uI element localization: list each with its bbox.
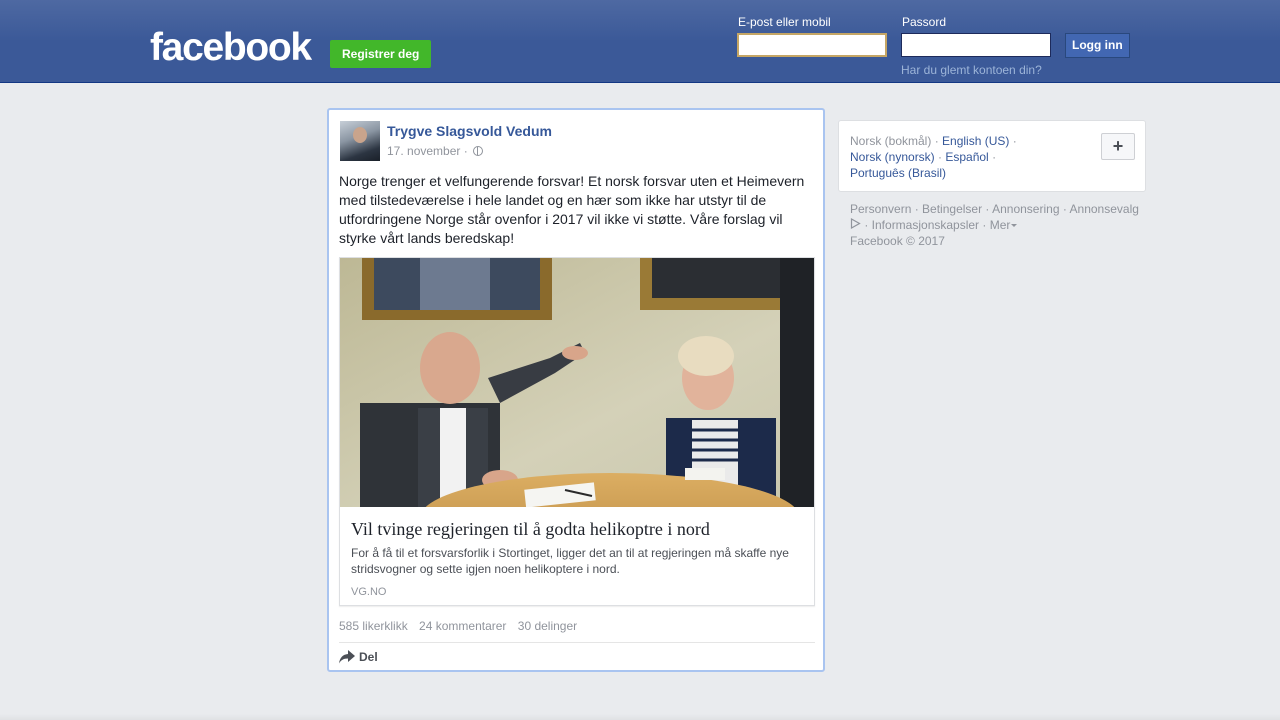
adchoices-icon <box>850 218 861 229</box>
post-date[interactable]: 17. november <box>387 144 460 158</box>
language-norsk-nynorsk[interactable]: Norsk (nynorsk) <box>850 150 935 164</box>
top-bar: facebook Registrer deg E-post eller mobi… <box>0 0 1280 83</box>
caret-down-icon <box>1011 224 1018 227</box>
share-button[interactable]: Del <box>339 650 378 664</box>
email-field[interactable] <box>737 33 887 57</box>
language-portugues-brasil[interactable]: Português (Brasil) <box>850 166 946 180</box>
forgot-account-link[interactable]: Har du glemt kontoen din? <box>901 63 1042 77</box>
footer-link-betingelser[interactable]: Betingelser <box>922 202 982 216</box>
language-list: Norsk (bokmål) · English (US) · Norsk (n… <box>850 134 1017 180</box>
plus-icon[interactable]: + <box>1101 133 1135 160</box>
post-meta: 17. november · <box>387 144 484 158</box>
share-label: Del <box>359 650 378 664</box>
link-title[interactable]: Vil tvinge regjeringen til å godta helik… <box>351 518 803 540</box>
comments-count[interactable]: 24 kommentarer <box>419 619 506 633</box>
register-button[interactable]: Registrer deg <box>330 40 432 68</box>
language-current: Norsk (bokmål) <box>850 134 932 148</box>
email-label: E-post eller mobil <box>738 15 831 29</box>
language-espanol[interactable]: Español <box>945 150 988 164</box>
footer-link-mer[interactable]: Mer <box>990 218 1018 232</box>
footer-link-annonsevalg[interactable]: Annonsevalg <box>1070 202 1139 216</box>
footer-link-personvern[interactable]: Personvern <box>850 202 911 216</box>
post-text: Norge trenger et velfungerende forsvar! … <box>339 173 805 246</box>
bottom-strip <box>0 714 1280 720</box>
link-preview[interactable]: Vil tvinge regjeringen til å godta helik… <box>339 257 815 606</box>
footer-link-annonsering[interactable]: Annonsering <box>992 202 1059 216</box>
footer-link-mer-label: Mer <box>989 218 1011 232</box>
password-label: Passord <box>902 15 947 29</box>
share-arrow-icon <box>339 650 355 664</box>
language-english-us[interactable]: English (US) <box>942 134 1009 148</box>
login-button[interactable]: Logg inn <box>1065 33 1130 58</box>
footer-links: Personvern · Betingelser · Annonsering ·… <box>850 202 1139 248</box>
link-description: For å få til et forsvarsforlik i Stortin… <box>351 546 789 576</box>
footer-link-informasjonskapsler[interactable]: Informasjonskapsler <box>872 218 979 232</box>
link-preview-body: Vil tvinge regjeringen til å godta helik… <box>340 507 814 598</box>
copyright: Facebook © 2017 <box>850 234 945 248</box>
author-name[interactable]: Trygve Slagsvold Vedum <box>387 123 552 139</box>
author-avatar[interactable] <box>340 121 380 161</box>
link-domain: VG.NO <box>351 586 387 598</box>
language-box: Norsk (bokmål) · English (US) · Norsk (n… <box>838 120 1146 192</box>
globe-icon <box>473 146 484 156</box>
post-card: Trygve Slagsvold Vedum 17. november · No… <box>327 108 825 672</box>
meta-separator: · <box>463 144 468 158</box>
post-divider <box>339 642 815 643</box>
link-preview-image[interactable] <box>340 258 814 507</box>
password-field[interactable] <box>901 33 1051 57</box>
post-stats: 585 likerklikk 24 kommentarer 30 delinge… <box>339 619 585 633</box>
shares-count[interactable]: 30 delinger <box>518 619 577 633</box>
facebook-logo[interactable]: facebook <box>150 28 312 68</box>
likes-count[interactable]: 585 likerklikk <box>339 619 408 633</box>
